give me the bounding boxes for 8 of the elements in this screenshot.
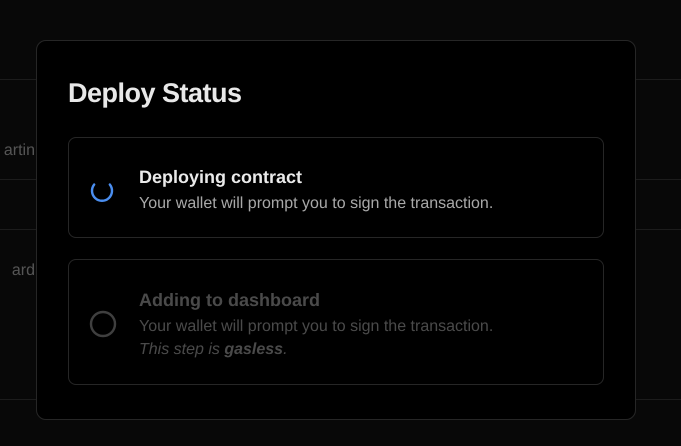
table-cell-text: artin [2, 142, 35, 160]
table-cell-text: ard [10, 262, 35, 281]
dialog-title: Deploy Status [68, 77, 243, 109]
step-title: Deploying contract [139, 166, 304, 188]
step-note: This step is gasless. [139, 340, 289, 358]
step-description: Your wallet will prompt you to sign the transaction. [139, 318, 494, 336]
step-description: Your wallet will prompt you to sign the transaction. [139, 194, 494, 212]
step-title: Adding to dashboard [139, 290, 321, 310]
